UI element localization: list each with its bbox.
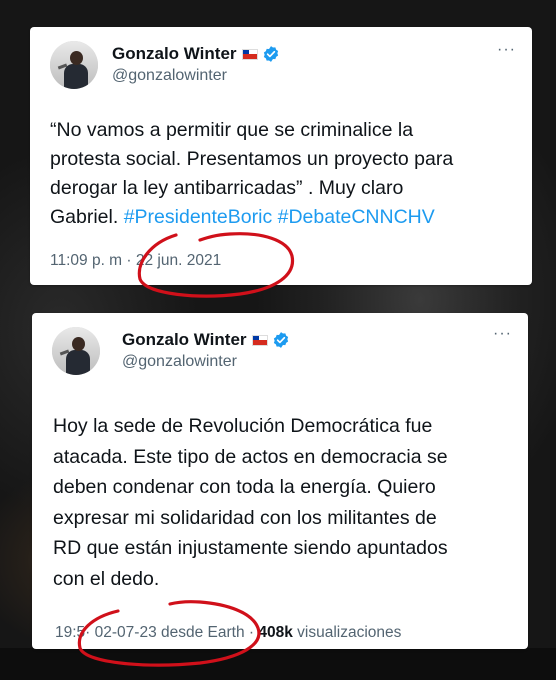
tweet-time[interactable]: 19:5: [55, 624, 85, 641]
more-options-icon[interactable]: ···: [497, 41, 516, 59]
tweet-card-1: Gonzalo Winter @gonzalowinter ··· “No va…: [30, 27, 532, 285]
author-handle[interactable]: @gonzalowinter: [122, 353, 237, 371]
chile-flag-icon: [251, 334, 268, 346]
author-name[interactable]: Gonzalo Winter: [112, 44, 237, 64]
views-label: visualizaciones: [297, 624, 402, 641]
bottom-dark-bar: [0, 648, 556, 680]
tweet-date-source: · 02-07-23 desde: [85, 624, 208, 641]
tweet-date[interactable]: 22 jun. 2021: [136, 252, 221, 269]
tweet-source[interactable]: Earth: [208, 624, 245, 641]
tweet-text: “No vamos a permitir que se criminalice …: [50, 116, 520, 232]
tweet-card-2: Gonzalo Winter @gonzalowinter ··· Hoy la…: [32, 313, 528, 649]
author-handle[interactable]: @gonzalowinter: [112, 67, 227, 85]
tweet-meta: 19:5· 02-07-23 desde Earth · 408k visual…: [55, 624, 402, 641]
chile-flag-icon: [241, 48, 258, 60]
views-count: 408k: [258, 624, 293, 641]
verified-badge-icon: [263, 46, 278, 62]
author-row: Gonzalo Winter: [122, 330, 290, 350]
hashtag-link[interactable]: #DebateCNNCHV: [278, 206, 435, 228]
tweet-meta: 11:09 p. m · 22 jun. 2021: [50, 252, 222, 269]
tweet-time[interactable]: 11:09 p. m: [50, 252, 122, 269]
hashtag-link[interactable]: #PresidenteBoric: [124, 206, 273, 228]
author-row: Gonzalo Winter: [112, 44, 280, 64]
tweet-text: Hoy la sede de Revolución Democrática fu…: [53, 415, 448, 590]
author-name[interactable]: Gonzalo Winter: [122, 330, 247, 350]
more-options-icon[interactable]: ···: [493, 325, 512, 343]
avatar[interactable]: [50, 41, 98, 89]
avatar[interactable]: [52, 327, 100, 375]
verified-badge-icon: [273, 332, 288, 348]
